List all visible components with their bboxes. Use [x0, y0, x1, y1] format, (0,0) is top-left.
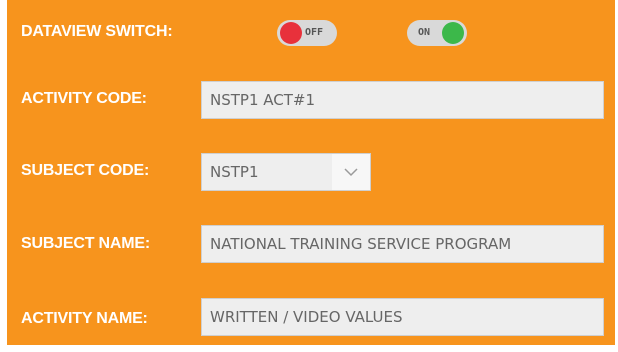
subject-name-label: SUBJECT NAME: — [21, 235, 150, 252]
chevron-down-icon — [344, 168, 358, 177]
off-knob-icon — [280, 22, 302, 44]
dataview-switch-label: DATAVIEW SWITCH: — [21, 23, 173, 40]
activity-code-field[interactable]: NSTP1 ACT#1 — [201, 81, 604, 119]
form-panel: DATAVIEW SWITCH: OFF ON ACTIVITY CODE: N… — [7, 0, 615, 345]
subject-name-field[interactable]: NATIONAL TRAINING SERVICE PROGRAM — [201, 225, 604, 263]
subject-code-value: NSTP1 — [210, 163, 259, 181]
activity-name-label: ACTIVITY NAME: — [21, 310, 148, 327]
subject-name-value: NATIONAL TRAINING SERVICE PROGRAM — [210, 235, 512, 253]
on-toggle-text: ON — [418, 27, 431, 38]
activity-code-value: NSTP1 ACT#1 — [210, 91, 316, 109]
subject-code-dropdown-toggle[interactable] — [332, 154, 370, 190]
activity-name-field[interactable]: WRITTEN / VIDEO VALUES — [201, 298, 604, 336]
subject-code-select[interactable]: NSTP1 — [201, 153, 371, 191]
activity-code-label: ACTIVITY CODE: — [21, 90, 147, 107]
activity-name-value: WRITTEN / VIDEO VALUES — [210, 308, 403, 326]
dataview-on-toggle[interactable]: ON — [407, 20, 467, 46]
on-knob-icon — [442, 22, 464, 44]
subject-code-label: SUBJECT CODE: — [21, 162, 150, 179]
off-toggle-text: OFF — [305, 27, 324, 38]
dataview-off-toggle[interactable]: OFF — [277, 20, 337, 46]
